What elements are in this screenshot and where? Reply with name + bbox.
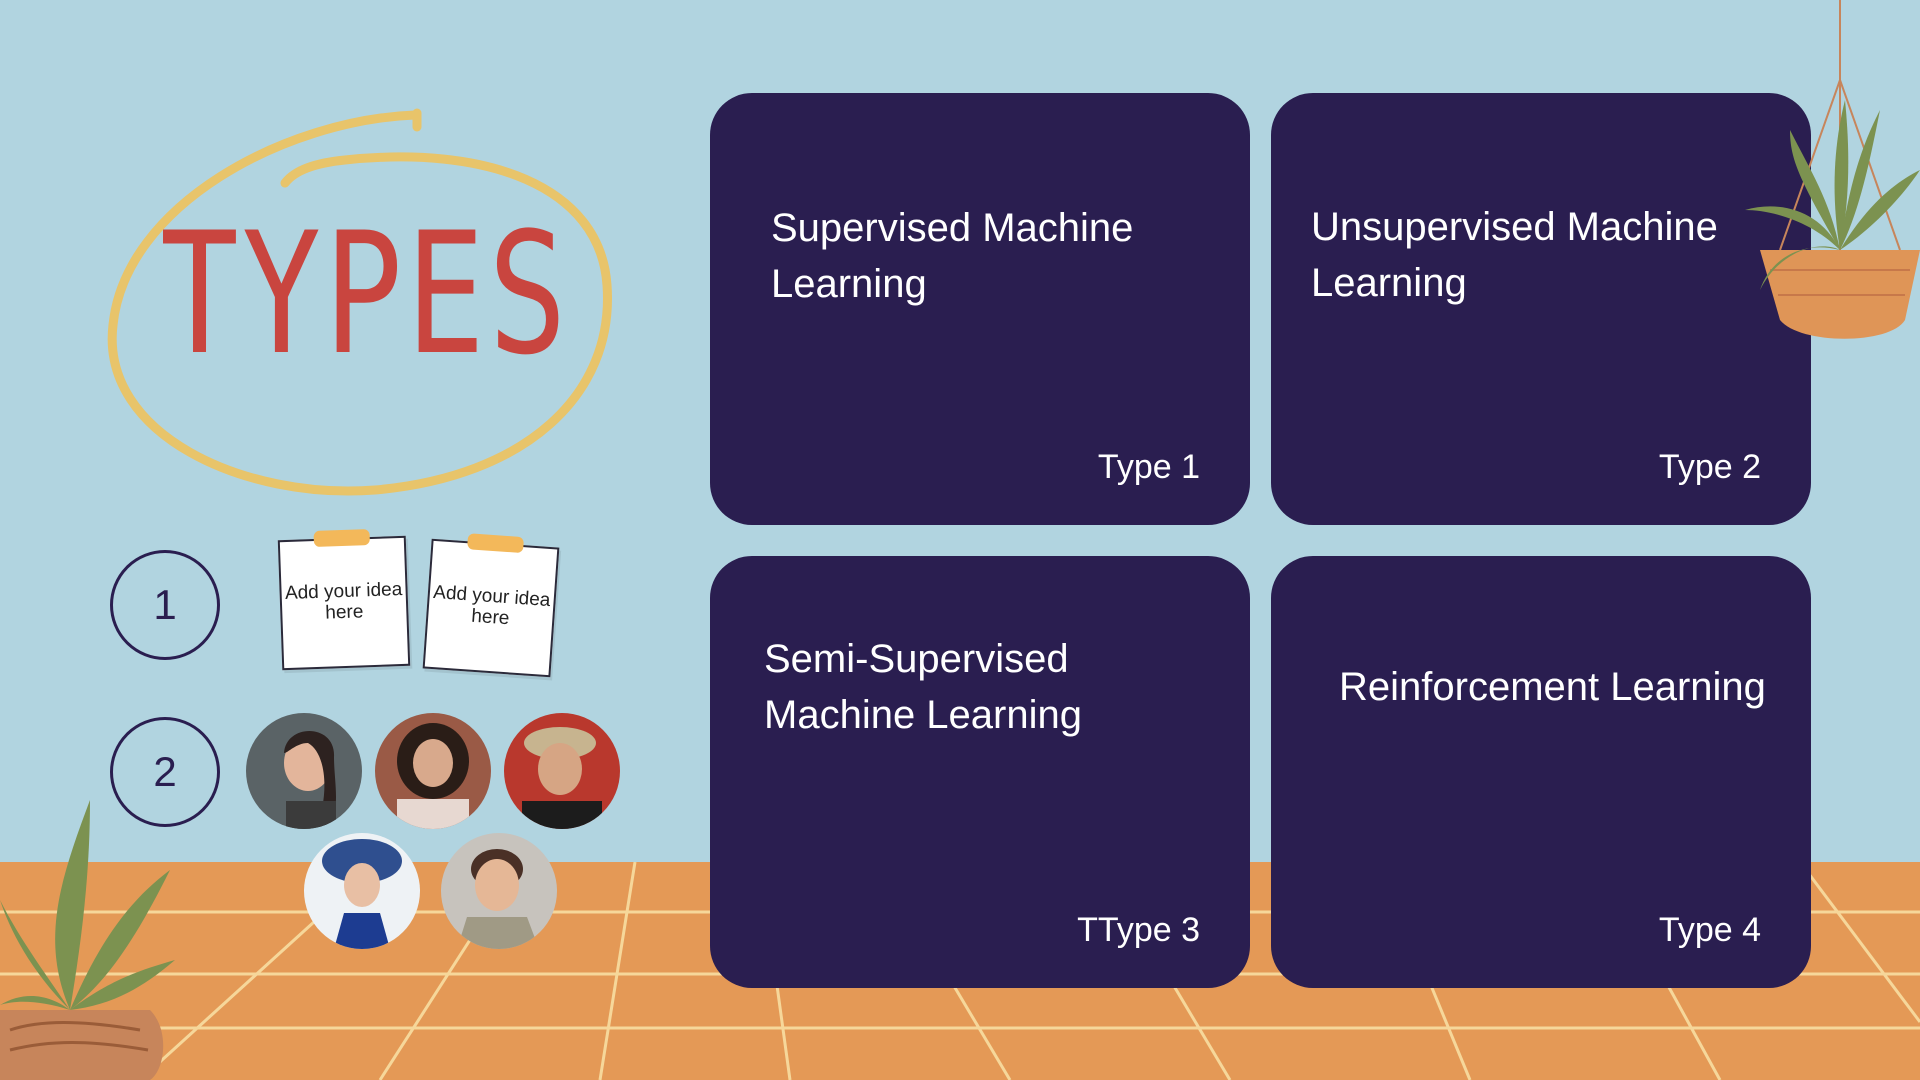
avatar-photo-1	[246, 713, 362, 829]
tape-strip	[467, 533, 525, 554]
sticky-note-text: Add your idea here	[284, 579, 403, 624]
avatar-photo-3	[504, 713, 620, 829]
hanging-plant-icon	[1745, 0, 1920, 339]
potted-plant-icon	[0, 800, 175, 1080]
sticky-note-text: Add your idea here	[432, 582, 552, 630]
tape-strip	[313, 529, 370, 548]
card-title: Unsupervised Machine Learning	[1311, 205, 1718, 305]
sticky-note-1[interactable]: Add your idea here	[277, 529, 411, 671]
card-title: Reinforcement Learning	[1339, 665, 1766, 709]
type-card-1[interactable]: Supervised Machine Learning Type 1	[710, 93, 1250, 525]
card-type-label: TType 3	[1077, 911, 1200, 949]
sticky-note-2[interactable]: Add your idea here	[422, 533, 560, 678]
type-card-3[interactable]: Semi-Supervised Machine Learning TType 3	[710, 556, 1250, 988]
card-title: Supervised Machine Learning	[771, 206, 1134, 306]
title-area: TYPES	[105, 105, 625, 505]
slide-title: TYPES	[160, 196, 571, 392]
card-title: Semi-Supervised Machine Learning	[764, 637, 1082, 737]
card-type-label: Type 1	[1097, 448, 1200, 486]
type-card-4[interactable]: Reinforcement Learning Type 4	[1271, 556, 1811, 988]
avatar-photo-2	[375, 713, 491, 829]
avatar-photo-4	[304, 833, 420, 949]
step-circle-1: 1	[110, 550, 220, 660]
type-card-2[interactable]: Unsupervised Machine Learning Type 2	[1271, 93, 1811, 525]
avatar-photo-5	[441, 833, 557, 949]
card-type-label: Type 2	[1658, 448, 1761, 486]
card-type-label: Type 4	[1658, 911, 1761, 949]
